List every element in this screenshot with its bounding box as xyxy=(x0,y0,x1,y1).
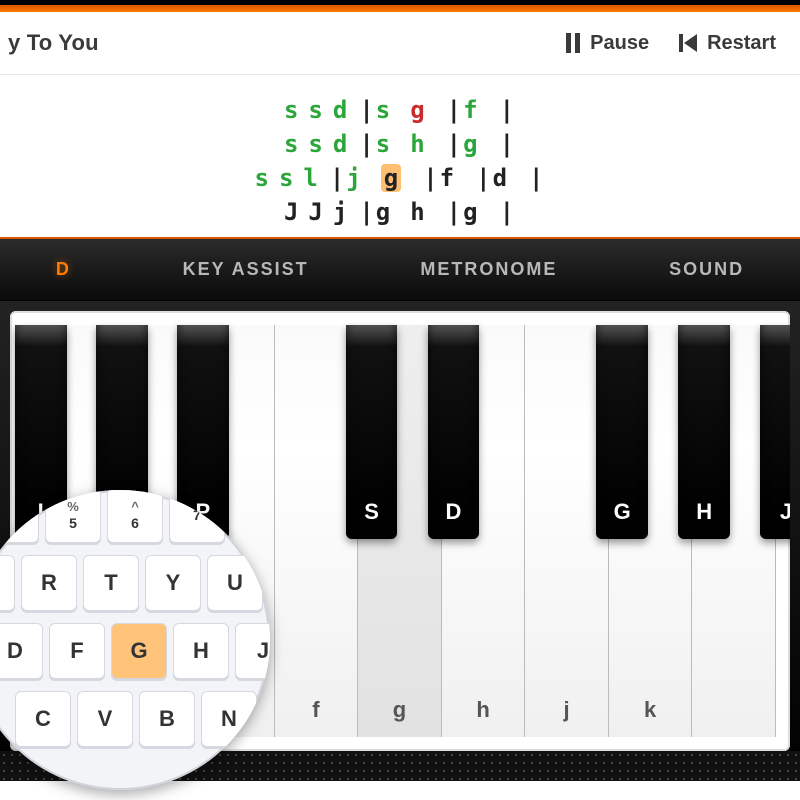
barline: | xyxy=(421,164,439,192)
note-token: h xyxy=(410,198,424,226)
note-token: J xyxy=(284,198,298,226)
barline: | xyxy=(498,130,516,158)
black-key[interactable]: S xyxy=(346,325,398,539)
app-root: y To You Pause Restart ssd|sg|f|ssd|sh|g… xyxy=(0,0,800,800)
kb-row: DFGHJ xyxy=(0,620,270,682)
barline: | xyxy=(474,164,492,192)
barline: | xyxy=(527,164,545,192)
score-row: ssl|jg|f|d| xyxy=(0,161,800,195)
note-token: d xyxy=(333,130,347,158)
note-token: d xyxy=(493,164,507,192)
header-bar: y To You Pause Restart xyxy=(0,12,800,75)
keyboard-magnifier: 4%5^67ERTYUDFGHJCVBN xyxy=(0,490,270,790)
pause-icon xyxy=(566,33,580,53)
note-token: s xyxy=(376,96,390,124)
kb-row: 4%5^67 xyxy=(0,490,270,546)
barline: | xyxy=(445,130,463,158)
barline: | xyxy=(498,198,516,226)
note-token: s xyxy=(255,164,269,192)
note-token: s xyxy=(284,130,298,158)
barline: | xyxy=(357,96,375,124)
kb-key: ^6 xyxy=(107,490,163,543)
score-row: ssd|sh|g| xyxy=(0,127,800,161)
black-key[interactable]: G xyxy=(596,325,648,539)
note-token: g xyxy=(463,130,477,158)
black-key[interactable]: J xyxy=(760,325,790,539)
kb-key: D xyxy=(0,623,43,679)
kb-key: R xyxy=(21,555,77,611)
note-token: g xyxy=(376,198,390,226)
restart-label: Restart xyxy=(707,32,776,55)
kb-key: %5 xyxy=(45,490,101,543)
player-controls: Pause Restart xyxy=(566,32,776,55)
note-token: s xyxy=(308,130,322,158)
note-token: s xyxy=(376,130,390,158)
restart-icon xyxy=(679,34,697,52)
black-key[interactable]: D xyxy=(428,325,480,539)
black-key[interactable]: H xyxy=(678,325,730,539)
barline: | xyxy=(445,198,463,226)
note-token: f xyxy=(463,96,477,124)
note-token: g xyxy=(410,96,424,124)
song-title: y To You xyxy=(8,30,99,56)
note-token: J xyxy=(308,198,322,226)
kb-key: B xyxy=(139,691,195,747)
kb-key: E xyxy=(0,555,15,611)
barline: | xyxy=(498,96,516,124)
score-tablature: ssd|sg|f|ssd|sh|g|ssl|jg|f|d|JJj|gh|g| xyxy=(0,75,800,237)
barline: | xyxy=(357,198,375,226)
note-token: s xyxy=(279,164,293,192)
score-row: JJj|gh|g| xyxy=(0,195,800,229)
kb-row: CVBN xyxy=(12,688,270,750)
pause-button[interactable]: Pause xyxy=(566,32,649,55)
note-token: s xyxy=(308,96,322,124)
note-token: f xyxy=(440,164,454,192)
tab-metronome[interactable]: METRONOME xyxy=(412,255,565,284)
tab-sound[interactable]: SOUND xyxy=(661,255,752,284)
tab-key-assist[interactable]: KEY ASSIST xyxy=(175,255,317,284)
barline: | xyxy=(328,164,346,192)
score-row: ssd|sg|f| xyxy=(0,93,800,127)
kb-key: 7 xyxy=(169,490,225,543)
kb-key: J xyxy=(235,623,270,679)
note-token: j xyxy=(346,164,360,192)
note-token: g xyxy=(463,198,477,226)
kb-key: F xyxy=(49,623,105,679)
tab-active-d[interactable]: D xyxy=(48,255,79,284)
top-accent-bar xyxy=(0,0,800,12)
kb-key: C xyxy=(15,691,71,747)
restart-button[interactable]: Restart xyxy=(679,32,776,55)
kb-key: N xyxy=(201,691,257,747)
pause-label: Pause xyxy=(590,32,649,55)
kb-key: V xyxy=(77,691,133,747)
kb-key: U xyxy=(207,555,263,611)
note-token: g xyxy=(381,164,401,192)
barline: | xyxy=(445,96,463,124)
note-token: h xyxy=(410,130,424,158)
kb-key: H xyxy=(173,623,229,679)
kb-key: G xyxy=(111,623,167,679)
kb-row: ERTYU xyxy=(0,552,270,614)
note-token: j xyxy=(333,198,347,226)
kb-key: Y xyxy=(145,555,201,611)
kb-key: 4 xyxy=(0,490,39,543)
piano-menubar: D KEY ASSIST METRONOME SOUND xyxy=(0,237,800,301)
kb-key: T xyxy=(83,555,139,611)
note-token: d xyxy=(333,96,347,124)
note-token: l xyxy=(303,164,317,192)
barline: | xyxy=(357,130,375,158)
note-token: s xyxy=(284,96,298,124)
